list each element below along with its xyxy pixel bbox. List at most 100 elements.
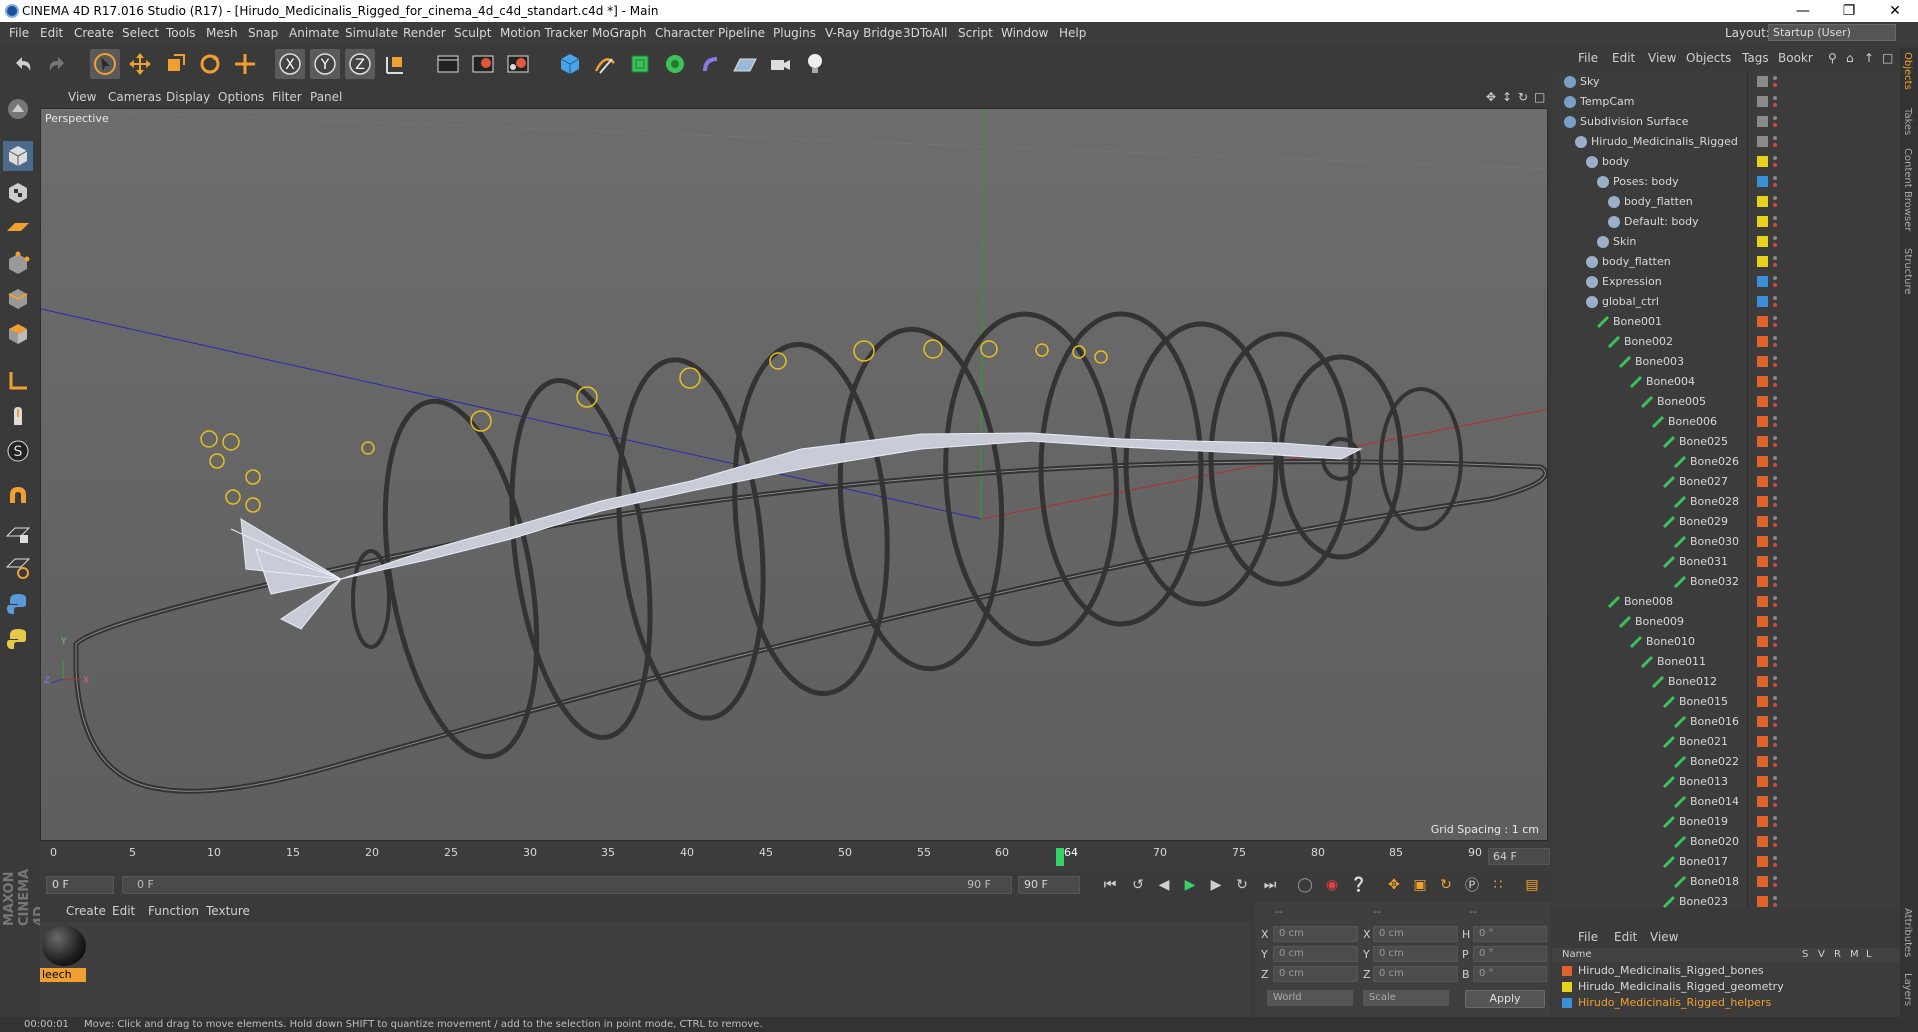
material-swatch[interactable] bbox=[42, 926, 86, 966]
deformer-icon[interactable] bbox=[695, 49, 725, 79]
object-row[interactable]: Bone030 bbox=[1552, 532, 1900, 552]
om-menu-tags[interactable]: Tags bbox=[1742, 51, 1769, 65]
size-z-field[interactable]: 0 cm bbox=[1373, 966, 1458, 982]
vp-menu-options[interactable]: Options bbox=[218, 90, 264, 104]
layer-color-swatch[interactable] bbox=[1757, 276, 1768, 287]
layout-select[interactable]: Startup (User) bbox=[1768, 24, 1896, 41]
object-row[interactable]: Poses: body bbox=[1552, 172, 1900, 192]
visibility-dots[interactable] bbox=[1772, 435, 1778, 449]
model-mode-icon[interactable] bbox=[3, 141, 33, 171]
om-menu-edit[interactable]: Edit bbox=[1612, 51, 1635, 65]
lm-menu-view[interactable]: View bbox=[1650, 930, 1678, 944]
autokey-icon[interactable]: ◯ bbox=[1293, 874, 1317, 896]
visibility-dots[interactable] bbox=[1772, 575, 1778, 589]
restore-icon[interactable]: ❐ bbox=[1826, 0, 1872, 22]
layer-color-swatch[interactable] bbox=[1757, 596, 1768, 607]
render-settings-icon[interactable] bbox=[503, 49, 533, 79]
menu-mograph[interactable]: MoGraph bbox=[592, 22, 647, 44]
menu-snap[interactable]: Snap bbox=[248, 22, 278, 44]
visibility-dots[interactable] bbox=[1772, 635, 1778, 649]
visibility-dots[interactable] bbox=[1772, 195, 1778, 209]
camera-icon[interactable] bbox=[765, 49, 795, 79]
object-row[interactable]: Sky bbox=[1552, 72, 1900, 92]
goto-end-icon[interactable]: ⏭ bbox=[1258, 874, 1282, 896]
record-icon[interactable]: ◉ bbox=[1320, 874, 1344, 896]
layer-color-swatch[interactable] bbox=[1757, 716, 1768, 727]
layer-color-swatch[interactable] bbox=[1757, 376, 1768, 387]
make-editable-icon[interactable] bbox=[3, 94, 33, 124]
size-mode-select[interactable]: Scale bbox=[1363, 990, 1449, 1006]
layer-color-swatch[interactable] bbox=[1757, 76, 1768, 87]
visibility-dots[interactable] bbox=[1772, 815, 1778, 829]
keyframe-selection-icon[interactable]: ❔ bbox=[1347, 874, 1371, 896]
object-row[interactable]: Bone005 bbox=[1552, 392, 1900, 412]
layer-swatch[interactable] bbox=[1562, 966, 1572, 976]
tab-layers[interactable]: Layers bbox=[1902, 973, 1913, 1006]
om-menu-objects[interactable]: Objects bbox=[1686, 51, 1731, 65]
om-menu-view[interactable]: View bbox=[1648, 51, 1676, 65]
visibility-dots[interactable] bbox=[1772, 735, 1778, 749]
object-row[interactable]: Hirudo_Medicinalis_Rigged bbox=[1552, 132, 1900, 152]
menu-help[interactable]: Help bbox=[1059, 22, 1086, 44]
object-row[interactable]: Subdivision Surface bbox=[1552, 112, 1900, 132]
layer-color-swatch[interactable] bbox=[1757, 636, 1768, 647]
layer-color-swatch[interactable] bbox=[1757, 176, 1768, 187]
layer-color-swatch[interactable] bbox=[1757, 336, 1768, 347]
start-frame-field[interactable]: 0 F bbox=[46, 876, 114, 894]
menu-vray-bridge[interactable]: V-Ray Bridge bbox=[825, 22, 902, 44]
visibility-dots[interactable] bbox=[1772, 615, 1778, 629]
cloner-icon[interactable] bbox=[660, 49, 690, 79]
preview-range-slider[interactable]: 0 F 90 F bbox=[122, 876, 1012, 894]
redo-icon[interactable] bbox=[42, 49, 72, 79]
layer-color-swatch[interactable] bbox=[1757, 196, 1768, 207]
layer-color-swatch[interactable] bbox=[1757, 296, 1768, 307]
layer-color-swatch[interactable] bbox=[1757, 116, 1768, 127]
menu-animate[interactable]: Animate bbox=[289, 22, 339, 44]
layer-color-swatch[interactable] bbox=[1757, 756, 1768, 767]
visibility-dots[interactable] bbox=[1772, 835, 1778, 849]
om-menu-file[interactable]: File bbox=[1578, 51, 1598, 65]
visibility-dots[interactable] bbox=[1772, 395, 1778, 409]
undo-icon[interactable] bbox=[8, 49, 38, 79]
visibility-dots[interactable] bbox=[1772, 595, 1778, 609]
layer-color-swatch[interactable] bbox=[1757, 236, 1768, 247]
layer-color-swatch[interactable] bbox=[1757, 856, 1768, 867]
vp-zoom-icon[interactable]: ↕ bbox=[1502, 90, 1512, 104]
pos-x-field[interactable]: 0 cm bbox=[1273, 926, 1358, 942]
object-row[interactable]: Bone023 bbox=[1552, 892, 1900, 908]
mat-menu-create[interactable]: Create bbox=[66, 904, 106, 918]
om-up-icon[interactable]: ↑ bbox=[1864, 51, 1874, 65]
goto-start-icon[interactable]: ⏮ bbox=[1098, 874, 1122, 896]
size-y-field[interactable]: 0 cm bbox=[1373, 946, 1458, 962]
rot-h-field[interactable]: 0 ° bbox=[1473, 926, 1547, 942]
visibility-dots[interactable] bbox=[1772, 415, 1778, 429]
object-row[interactable]: Bone014 bbox=[1552, 792, 1900, 812]
key-param-icon[interactable]: Ⓟ bbox=[1460, 874, 1484, 896]
prev-key-icon[interactable]: ↺ bbox=[1126, 874, 1150, 896]
object-row[interactable]: Bone027 bbox=[1552, 472, 1900, 492]
select-tool-icon[interactable] bbox=[90, 49, 120, 79]
object-row[interactable]: Bone001 bbox=[1552, 312, 1900, 332]
material-name[interactable]: leech bbox=[40, 968, 86, 982]
visibility-dots[interactable] bbox=[1772, 95, 1778, 109]
axis-mode-icon[interactable] bbox=[3, 366, 33, 396]
layer-color-swatch[interactable] bbox=[1757, 136, 1768, 147]
vp-menu-cameras[interactable]: Cameras bbox=[108, 90, 161, 104]
visibility-dots[interactable] bbox=[1772, 755, 1778, 769]
object-row[interactable]: Bone006 bbox=[1552, 412, 1900, 432]
move-tool-icon[interactable] bbox=[125, 49, 155, 79]
tab-takes[interactable]: Takes bbox=[1902, 108, 1913, 135]
workplane-lock-icon[interactable] bbox=[3, 518, 33, 548]
visibility-dots[interactable] bbox=[1772, 875, 1778, 889]
vp-move-icon[interactable]: ✥ bbox=[1486, 90, 1496, 104]
visibility-dots[interactable] bbox=[1772, 275, 1778, 289]
object-row[interactable]: body bbox=[1552, 152, 1900, 172]
timeline-ruler[interactable]: 0 5 10 15 20 25 30 35 40 45 50 55 60 64 … bbox=[50, 846, 1482, 866]
visibility-dots[interactable] bbox=[1772, 495, 1778, 509]
object-row[interactable]: Bone018 bbox=[1552, 872, 1900, 892]
object-row[interactable]: Bone016 bbox=[1552, 712, 1900, 732]
key-position-icon[interactable]: ✥ bbox=[1382, 874, 1406, 896]
vp-menu-filter[interactable]: Filter bbox=[272, 90, 302, 104]
object-row[interactable]: Skin bbox=[1552, 232, 1900, 252]
object-row[interactable]: Bone022 bbox=[1552, 752, 1900, 772]
